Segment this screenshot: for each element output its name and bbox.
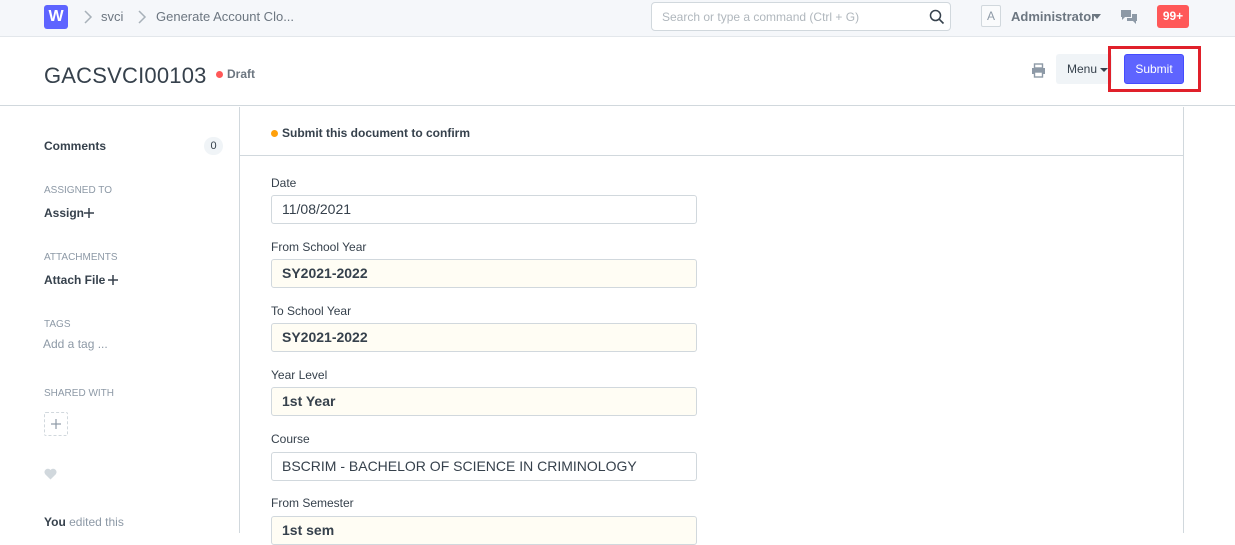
submit-button[interactable]: Submit <box>1124 54 1184 84</box>
from-school-year-label: From School Year <box>271 240 367 254</box>
to-school-year-label: To School Year <box>271 304 352 318</box>
from-semester-field[interactable]: 1st sem <box>271 516 697 545</box>
chat-icon[interactable] <box>1120 8 1138 26</box>
assigned-to-heading: ASSIGNED TO <box>44 185 112 196</box>
status-indicator-dot <box>216 71 223 78</box>
awesome-bar[interactable] <box>651 2 951 31</box>
course-field[interactable]: BSCRIM - BACHELOR OF SCIENCE IN CRIMINOL… <box>271 452 697 481</box>
search-input[interactable] <box>652 3 912 30</box>
assign-link[interactable]: Assign <box>44 206 84 220</box>
app-logo[interactable]: W <box>44 5 68 29</box>
add-tag-input[interactable]: Add a tag ... <box>43 337 108 351</box>
notification-badge[interactable]: 99+ <box>1157 5 1189 28</box>
breadcrumb-doctype[interactable]: Generate Account Clo... <box>156 9 294 24</box>
share-add-button[interactable] <box>44 412 68 436</box>
from-semester-label: From Semester <box>271 496 354 510</box>
activity-text: edited this <box>69 515 124 529</box>
activity-line: You edited this <box>44 515 124 529</box>
page-head: GACSVCI00103 Draft Menu <box>0 38 1235 106</box>
top-navbar: W svci Generate Account Clo... A Adminis… <box>0 0 1235 37</box>
indicator-dot <box>271 130 278 137</box>
heart-icon[interactable] <box>44 468 57 480</box>
status-badge: Draft <box>227 67 256 81</box>
plus-icon[interactable] <box>84 208 94 218</box>
caret-down-icon <box>1100 68 1108 72</box>
form-message-bar: Submit this document to confirm <box>240 107 1183 156</box>
menu-button[interactable]: Menu <box>1056 54 1112 84</box>
search-icon[interactable] <box>929 9 945 25</box>
attachments-heading: ATTACHMENTS <box>44 252 118 263</box>
user-menu-label[interactable]: Administrator <box>1011 9 1096 24</box>
comments-count-badge: 0 <box>204 137 223 155</box>
date-label: Date <box>271 176 297 190</box>
form-sidebar: Comments 0 ASSIGNED TO Assign ATTACHMENT… <box>0 107 239 533</box>
date-field[interactable]: 11/08/2021 <box>271 195 697 224</box>
form-layout: Submit this document to confirm Date 11/… <box>239 107 1184 545</box>
caret-down-icon[interactable] <box>1093 14 1101 19</box>
comments-link[interactable]: Comments <box>44 139 106 153</box>
attach-file-link[interactable]: Attach File <box>44 273 105 287</box>
from-school-year-field[interactable]: SY2021-2022 <box>271 259 697 288</box>
shared-with-heading: SHARED WITH <box>44 388 114 399</box>
chevron-right-icon <box>138 10 147 24</box>
breadcrumb-module[interactable]: svci <box>101 9 123 24</box>
course-label: Course <box>271 432 310 446</box>
year-level-label: Year Level <box>271 368 328 382</box>
year-level-field[interactable]: 1st Year <box>271 387 697 416</box>
menu-label: Menu <box>1067 62 1098 76</box>
plus-icon[interactable] <box>108 275 118 285</box>
to-school-year-field[interactable]: SY2021-2022 <box>271 323 697 352</box>
form-message: Submit this document to confirm <box>282 126 470 140</box>
page-title: GACSVCI00103 <box>44 63 207 88</box>
plus-icon <box>51 419 61 429</box>
activity-user: You <box>44 515 66 529</box>
user-avatar[interactable]: A <box>981 5 1001 27</box>
print-icon[interactable] <box>1031 63 1046 78</box>
tags-heading: TAGS <box>44 319 71 330</box>
chevron-right-icon <box>84 10 93 24</box>
